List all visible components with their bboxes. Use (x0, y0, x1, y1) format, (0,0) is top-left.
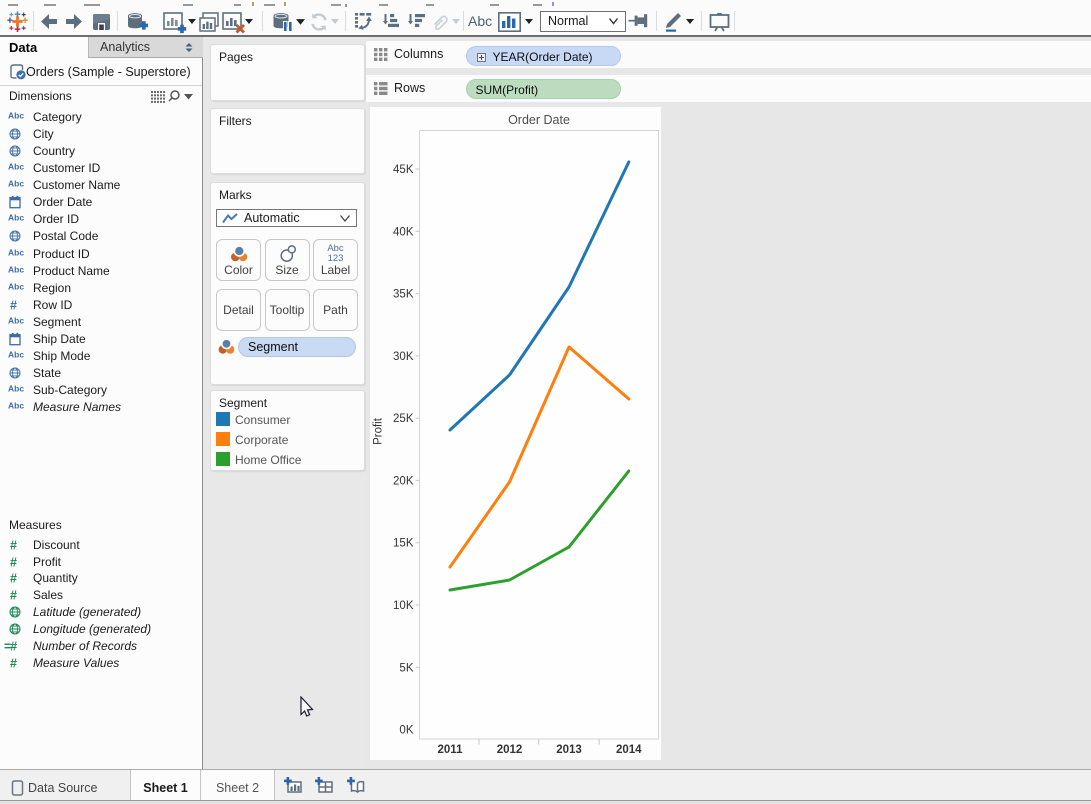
svg-text:2011: 2011 (438, 744, 464, 756)
svg-text:40K: 40K (393, 226, 414, 238)
svg-text:5K: 5K (399, 662, 413, 674)
svg-text:35K: 35K (393, 289, 414, 301)
svg-text:15K: 15K (393, 538, 414, 550)
svg-text:0K: 0K (399, 725, 413, 737)
svg-text:2012: 2012 (497, 744, 523, 756)
svg-text:30K: 30K (393, 351, 414, 363)
svg-text:25K: 25K (393, 413, 414, 425)
svg-text:Order Date: Order Date (508, 113, 570, 127)
svg-text:20K: 20K (393, 475, 414, 487)
svg-text:Profit: Profit (373, 417, 385, 445)
svg-text:2014: 2014 (616, 744, 642, 756)
svg-text:2013: 2013 (556, 744, 582, 756)
svg-text:10K: 10K (393, 600, 414, 612)
svg-text:45K: 45K (393, 164, 414, 176)
